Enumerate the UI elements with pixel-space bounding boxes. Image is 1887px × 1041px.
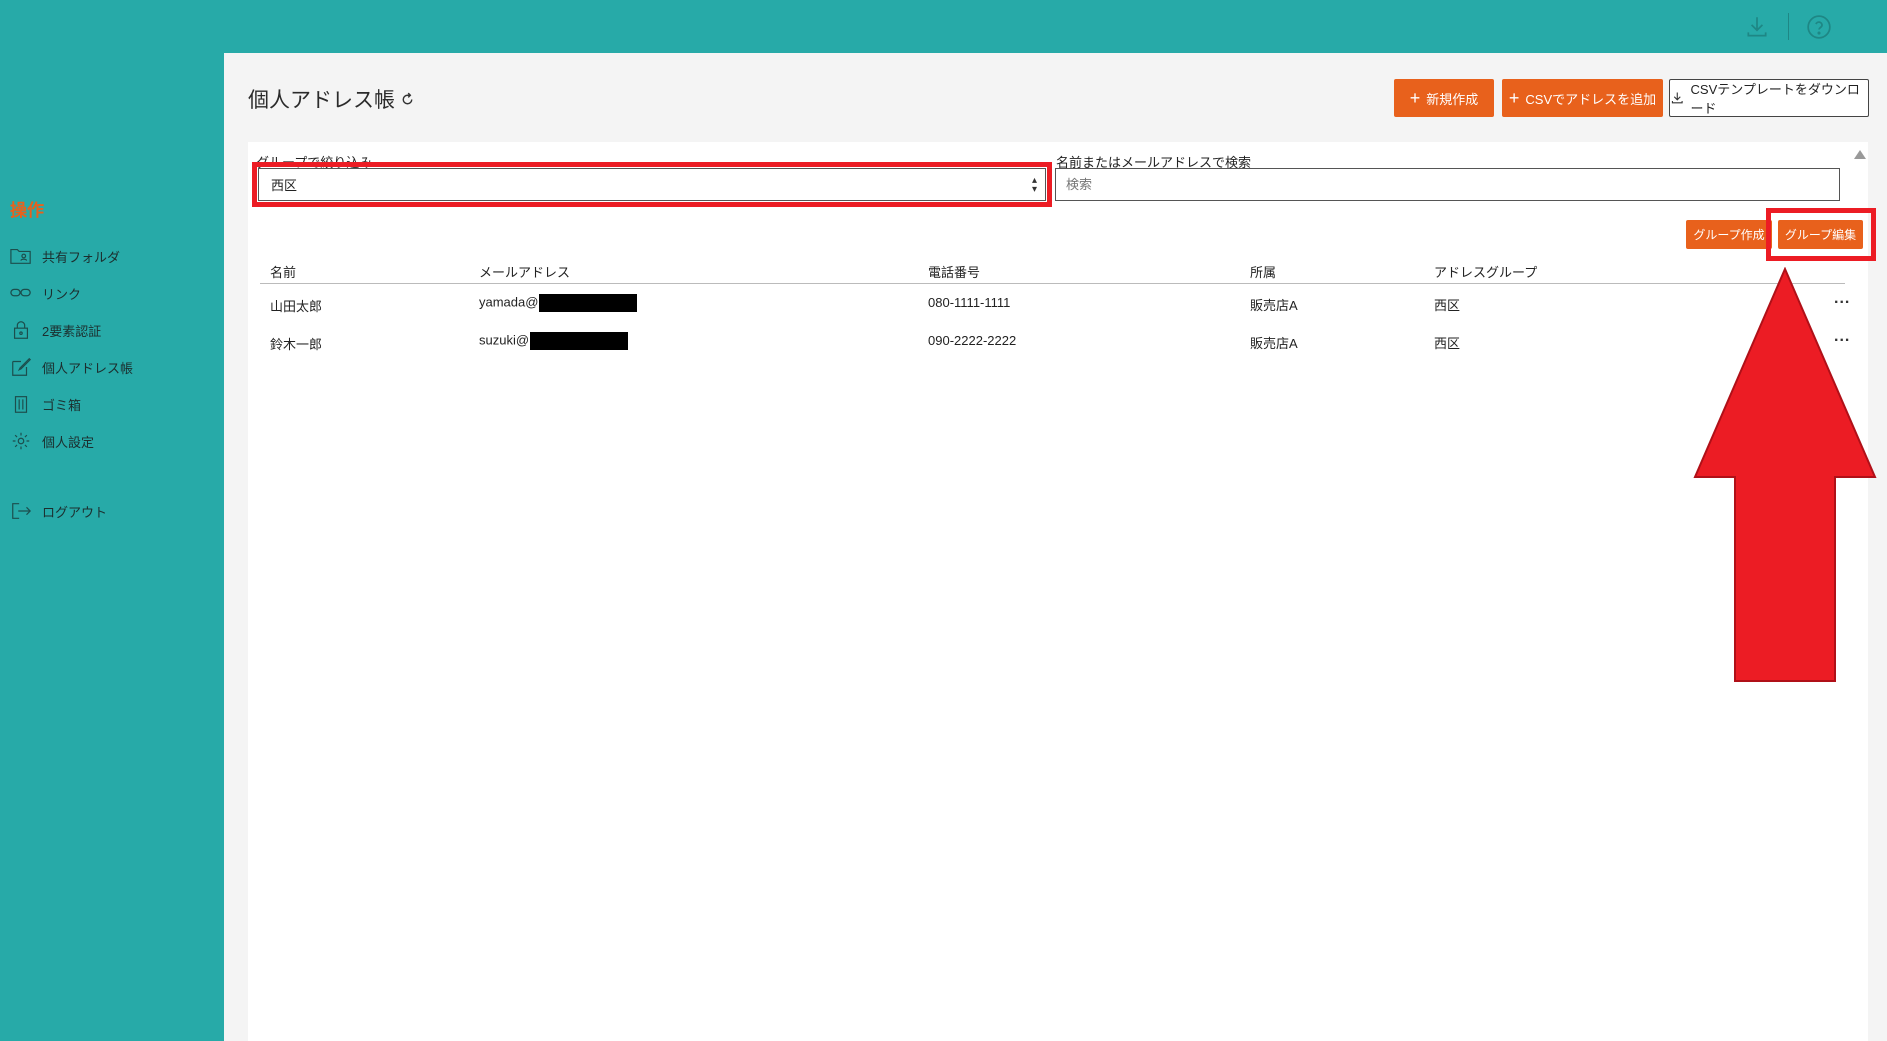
column-header-address-group[interactable]: アドレスグループ <box>1434 262 1537 281</box>
main-content: 個人アドレス帳 + 新規作成 + CSVでアドレスを追加 CSVテンプレートをダ… <box>224 53 1887 1041</box>
column-header-phone[interactable]: 電話番号 <box>928 262 980 281</box>
csv-add-button[interactable]: + CSVでアドレスを追加 <box>1502 79 1663 117</box>
shared-folder-icon <box>10 248 31 264</box>
cell-name: 鈴木一郎 <box>270 337 323 352</box>
table-header: 名前 メールアドレス 電話番号 所属 アドレスグループ <box>260 254 1845 284</box>
sidebar-item-label: 2要素認証 <box>42 323 102 339</box>
redaction-box <box>530 332 629 350</box>
edit-icon <box>12 357 32 376</box>
gear-icon <box>12 432 30 450</box>
sidebar-heading: 操作 <box>10 201 44 220</box>
sidebar-item-link[interactable]: リンク <box>10 281 210 305</box>
cell-phone: 080-1111-1111 <box>928 295 1011 310</box>
download-icon <box>1671 92 1683 104</box>
scroll-up-arrow-icon[interactable] <box>1854 150 1866 159</box>
sidebar-item-2fa[interactable]: 2要素認証 <box>10 318 210 342</box>
sidebar-item-label: 個人アドレス帳 <box>42 360 134 376</box>
cell-email: yamada@ <box>479 294 638 312</box>
sidebar-item-label: ゴミ箱 <box>42 397 82 413</box>
sidebar-item-label: 共有フォルダ <box>42 249 121 265</box>
logout-icon <box>12 503 32 519</box>
cell-affiliation: 販売店A <box>1250 336 1298 351</box>
cell-address-group: 西区 <box>1434 336 1461 351</box>
sidebar-item-label: ログアウト <box>42 504 108 520</box>
cell-phone: 090-2222-2222 <box>928 333 1017 348</box>
column-header-email[interactable]: メールアドレス <box>479 262 570 281</box>
search-input[interactable] <box>1055 168 1840 201</box>
csv-template-label: CSVテンプレートをダウンロード <box>1690 82 1860 116</box>
table-row[interactable]: 鈴木一郎 suzuki@ 090-2222-2222 販売店A 西区 ... <box>260 328 1849 368</box>
sidebar-item-address-book[interactable]: 個人アドレス帳 <box>10 355 210 379</box>
new-contact-button[interactable]: + 新規作成 <box>1394 79 1494 117</box>
group-create-button[interactable]: グループ作成 <box>1686 220 1772 249</box>
sidebar-item-label: リンク <box>42 286 82 302</box>
address-book-card: グループで絞り込み 西区 ▴▾ 名前またはメールアドレスで検索 グループ作成 グ… <box>248 142 1876 1041</box>
cell-name: 山田太郎 <box>270 299 323 314</box>
sidebar-item-logout[interactable]: ログアウト <box>10 499 210 523</box>
sidebar-item-trash[interactable]: ゴミ箱 <box>10 392 210 416</box>
table-row[interactable]: 山田太郎 yamada@ 080-1111-1111 販売店A 西区 ... <box>260 290 1849 330</box>
csv-add-label: CSVでアドレスを追加 <box>1525 91 1657 107</box>
cell-affiliation: 販売店A <box>1250 298 1298 313</box>
lock-icon <box>13 321 29 339</box>
sidebar-item-shared-folder[interactable]: 共有フォルダ <box>10 244 210 268</box>
plus-icon: + <box>1508 88 1520 108</box>
column-header-affiliation[interactable]: 所属 <box>1250 262 1276 281</box>
top-bar <box>0 0 1887 53</box>
cell-email: suzuki@ <box>479 332 629 350</box>
download-icon[interactable] <box>1744 14 1770 40</box>
sidebar-item-label: 個人設定 <box>42 434 95 450</box>
plus-icon: + <box>1409 88 1421 108</box>
highlight-box-group-filter <box>252 162 1052 207</box>
sidebar-item-settings[interactable]: 個人設定 <box>10 429 210 453</box>
help-circle-icon[interactable] <box>1806 14 1832 40</box>
column-header-name[interactable]: 名前 <box>270 262 296 281</box>
refresh-icon[interactable] <box>399 91 416 108</box>
toolbar-divider <box>1788 13 1789 40</box>
new-contact-label: 新規作成 <box>1426 91 1479 107</box>
email-prefix: suzuki@ <box>479 332 530 348</box>
email-prefix: yamada@ <box>479 294 539 310</box>
trash-icon <box>14 396 28 413</box>
redaction-box <box>539 294 638 312</box>
link-icon <box>10 288 31 297</box>
annotation-arrow-up-icon <box>1693 267 1877 682</box>
page-title-text: 個人アドレス帳 <box>248 89 395 112</box>
cell-address-group: 西区 <box>1434 298 1461 313</box>
page-title: 個人アドレス帳 <box>248 84 416 114</box>
csv-template-download-button[interactable]: CSVテンプレートをダウンロード <box>1669 79 1869 117</box>
sidebar: 操作 共有フォルダ リンク 2要素認証 個人アドレス帳 ゴミ箱 個人設定 ログア… <box>0 53 224 1041</box>
